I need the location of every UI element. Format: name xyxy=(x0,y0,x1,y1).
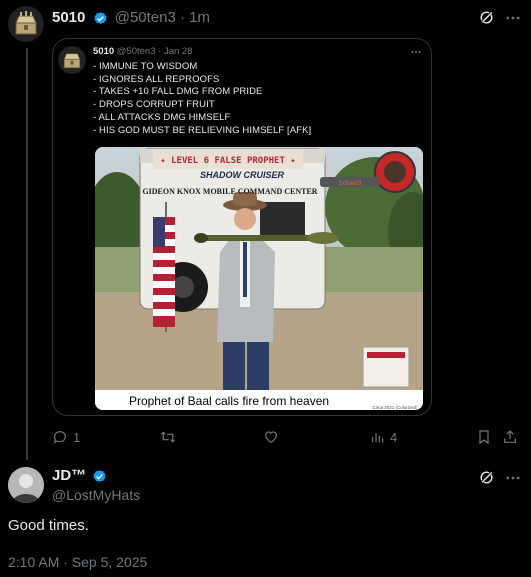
reply-text: Good times. xyxy=(8,517,89,534)
grok-icon[interactable] xyxy=(478,469,495,486)
bookmark-action[interactable] xyxy=(476,428,492,446)
quoted-post-line: - IGNORES ALL REPROOFS xyxy=(93,73,220,85)
bookmark-icon xyxy=(479,430,489,445)
grok-icon[interactable] xyxy=(478,9,495,26)
media-banner-text: ✦ LEVEL 6 FALSE PROPHET ✦ xyxy=(160,156,296,166)
views-count: 4 xyxy=(390,429,398,445)
verified-badge-icon xyxy=(93,469,106,482)
reply-author-handle[interactable]: @LostMyHats xyxy=(52,487,140,503)
treasure-chest-icon xyxy=(8,6,44,42)
main-post-time[interactable]: 1m xyxy=(189,9,210,26)
treasure-chest-icon xyxy=(58,46,86,74)
thread-line xyxy=(26,48,28,460)
media-credit: Circa 2021 (Colorized) xyxy=(372,405,418,410)
heart-icon xyxy=(265,431,277,444)
media-badge-text: 50ten3 xyxy=(338,179,361,187)
quoted-post-line: - TAKES +10 FALL DMG FROM PRIDE xyxy=(93,86,263,98)
share-action[interactable] xyxy=(502,428,518,446)
quoted-post-media[interactable]: ✦ LEVEL 6 FALSE PROPHET ✦ SHADOW CRUISER… xyxy=(95,147,423,410)
quoted-post-avatar[interactable] xyxy=(58,46,86,74)
views-icon xyxy=(372,433,384,443)
reply-timestamp[interactable]: 2:10 AM · Sep 5, 2025 xyxy=(8,554,147,570)
quoted-post-date: Jan 28 xyxy=(163,46,193,57)
media-trailer-brand: SHADOW CRUISER xyxy=(200,170,285,180)
user-photo-icon xyxy=(8,467,44,503)
quoted-post-separator: · xyxy=(158,46,162,57)
views-action[interactable]: 4 xyxy=(370,428,397,446)
quoted-post-line: - HIS GOD MUST BE RELIEVING HIMSELF [AFK… xyxy=(93,124,312,136)
verified-badge-icon xyxy=(93,11,107,24)
reply-action[interactable]: 1 xyxy=(52,428,80,446)
reply-icon xyxy=(53,431,66,444)
quoted-more-options-icon[interactable] xyxy=(410,46,422,58)
quoted-post-author-name: 5010 xyxy=(93,46,115,57)
more-options-icon[interactable] xyxy=(504,469,522,487)
repost-action[interactable] xyxy=(160,428,176,446)
quoted-post-line: - IMMUNE TO WISDOM xyxy=(93,61,198,72)
main-post-author-handle[interactable]: @50ten3 xyxy=(115,9,176,26)
quoted-post-author-handle: @50ten3 xyxy=(116,46,156,57)
share-icon xyxy=(504,430,516,443)
reply-author-name[interactable]: JD™ xyxy=(52,467,86,484)
quoted-post-line: - DROPS CORRUPT FRUIT xyxy=(93,99,215,111)
repost-icon xyxy=(160,431,176,443)
media-trailer-text: GIDEON KNOX MOBILE COMMAND CENTER xyxy=(142,187,317,196)
main-post-avatar[interactable] xyxy=(8,6,44,42)
quoted-post-line: - ALL ATTACKS DMG HIMSELF xyxy=(93,111,231,123)
more-options-icon[interactable] xyxy=(504,9,522,27)
media-caption: Prophet of Baal calls fire from heaven xyxy=(129,394,329,408)
meme-image: ✦ LEVEL 6 FALSE PROPHET ✦ SHADOW CRUISER… xyxy=(95,147,423,410)
reply-avatar[interactable] xyxy=(8,467,44,503)
main-post-separator: · xyxy=(180,9,185,26)
reply-count: 1 xyxy=(73,429,81,445)
main-post-author-name[interactable]: 5010 xyxy=(52,9,85,26)
like-action[interactable] xyxy=(263,428,279,446)
quoted-post-text: - IMMUNE TO WISDOM - IGNORES ALL REPROOF… xyxy=(93,61,311,137)
